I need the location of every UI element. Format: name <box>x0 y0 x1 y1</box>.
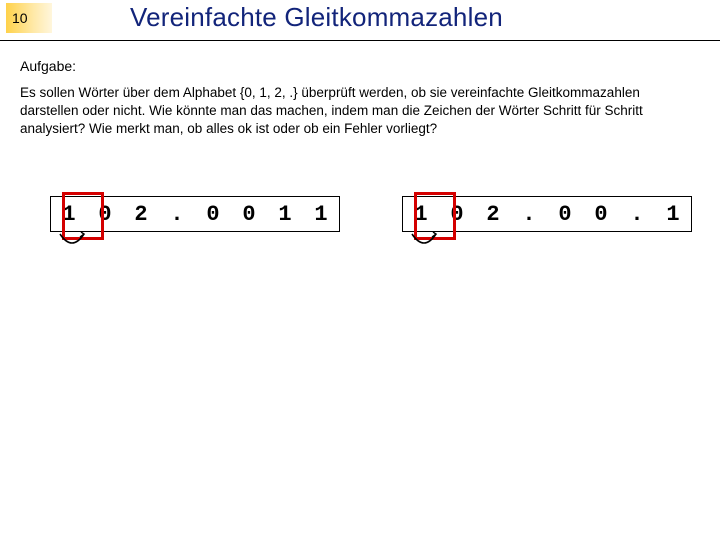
tape-cell: 2 <box>123 197 159 231</box>
tape-right: 1 0 2 . 0 0 . 1 <box>402 196 692 232</box>
tape-cell: 0 <box>231 197 267 231</box>
tape-cell: 2 <box>475 197 511 231</box>
title-bar: 10 Vereinfachte Gleitkommazahlen <box>0 0 720 41</box>
tape-left: 1 0 2 . 0 0 1 1 <box>50 196 340 232</box>
cursor-arc-icon <box>58 232 86 250</box>
tape-cell: 1 <box>655 197 691 231</box>
slide: 10 Vereinfachte Gleitkommazahlen Aufgabe… <box>0 0 720 540</box>
task-body: Es sollen Wörter über dem Alphabet {0, 1… <box>20 84 690 139</box>
tape-cell: . <box>159 197 195 231</box>
tape-cell: 0 <box>547 197 583 231</box>
slide-number-box: 10 <box>6 3 52 33</box>
tape-cell: 0 <box>195 197 231 231</box>
tape-cell: 1 <box>51 197 87 231</box>
task-label: Aufgabe: <box>20 58 76 74</box>
tape-cell: 1 <box>303 197 339 231</box>
tape-cell: 1 <box>403 197 439 231</box>
slide-number: 10 <box>12 10 28 26</box>
tape-cell: 0 <box>87 197 123 231</box>
tape-cell: 1 <box>267 197 303 231</box>
tape-cell: . <box>619 197 655 231</box>
cursor-arc-icon <box>410 232 438 250</box>
tape-cell: 0 <box>583 197 619 231</box>
tape-cell: . <box>511 197 547 231</box>
slide-title: Vereinfachte Gleitkommazahlen <box>130 2 503 33</box>
tape-cell: 0 <box>439 197 475 231</box>
